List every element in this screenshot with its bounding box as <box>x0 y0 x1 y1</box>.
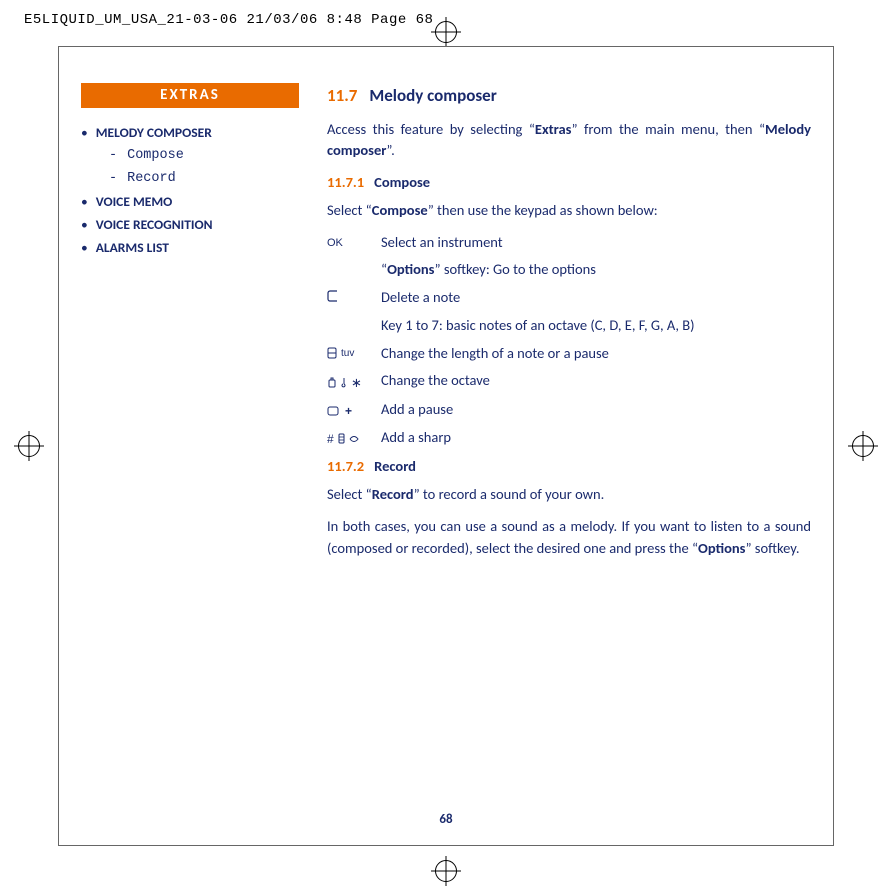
sidebar-item-voice-memo: VOICE MEMO <box>81 191 299 214</box>
subsection-record-heading: 11.7.2Record <box>327 456 811 478</box>
sidebar-subitem-record: Record <box>109 168 299 191</box>
row-ok: OK Select an instrument <box>327 232 811 254</box>
ok-key-icon: OK <box>327 232 381 252</box>
row-basic-notes: Key 1 to 7: basic notes of an octave (C,… <box>327 315 811 337</box>
registration-mark-left <box>18 435 40 457</box>
registration-mark-top <box>435 21 457 43</box>
compose-intro: Select “Compose” then use the keypad as … <box>327 200 811 222</box>
star-key-icon: ∗ <box>327 370 381 393</box>
row-pause: + Add a pause <box>327 399 811 421</box>
row-delete-note: Delete a note <box>327 287 811 309</box>
row-sharp: # Add a sharp <box>327 427 811 449</box>
keypad-table: OK Select an instrument “Options” softke… <box>327 232 811 449</box>
sidebar-item-melody-composer: MELODY COMPOSER <box>81 122 299 145</box>
zero-plus-key-icon: + <box>327 399 381 420</box>
subsection-compose-heading: 11.7.1Compose <box>327 172 811 194</box>
sidebar: EXTRAS MELODY COMPOSER Compose Record VO… <box>81 83 299 569</box>
section-heading: 11.7Melody composer <box>327 83 811 109</box>
print-header-line: E5LIQUID_UM_USA_21-03-06 21/03/06 8:48 P… <box>24 12 433 28</box>
row-length: tuv Change the length of a note or a pau… <box>327 343 811 365</box>
page-number: 68 <box>439 812 452 827</box>
sidebar-subitem-compose: Compose <box>109 145 299 168</box>
c-key-icon <box>327 287 381 302</box>
closing-paragraph: In both cases, you can use a sound as a … <box>327 516 811 560</box>
hash-key-icon: # <box>327 427 381 448</box>
page-trim-box: EXTRAS MELODY COMPOSER Compose Record VO… <box>58 46 834 846</box>
row-octave: ∗ Change the octave <box>327 370 811 393</box>
registration-mark-right <box>852 435 874 457</box>
record-intro: Select “Record” to record a sound of you… <box>327 484 811 506</box>
row-options: “Options” softkey: Go to the options <box>327 259 811 281</box>
main-content: 11.7Melody composer Access this feature … <box>327 83 811 569</box>
intro-paragraph: Access this feature by selecting “Extras… <box>327 119 811 163</box>
sidebar-title-band: EXTRAS <box>81 83 299 108</box>
sidebar-item-alarms-list: ALARMS LIST <box>81 237 299 260</box>
registration-mark-bottom <box>435 860 457 882</box>
sidebar-item-voice-recognition: VOICE RECOGNITION <box>81 214 299 237</box>
eight-tuv-key-icon: tuv <box>327 343 381 361</box>
